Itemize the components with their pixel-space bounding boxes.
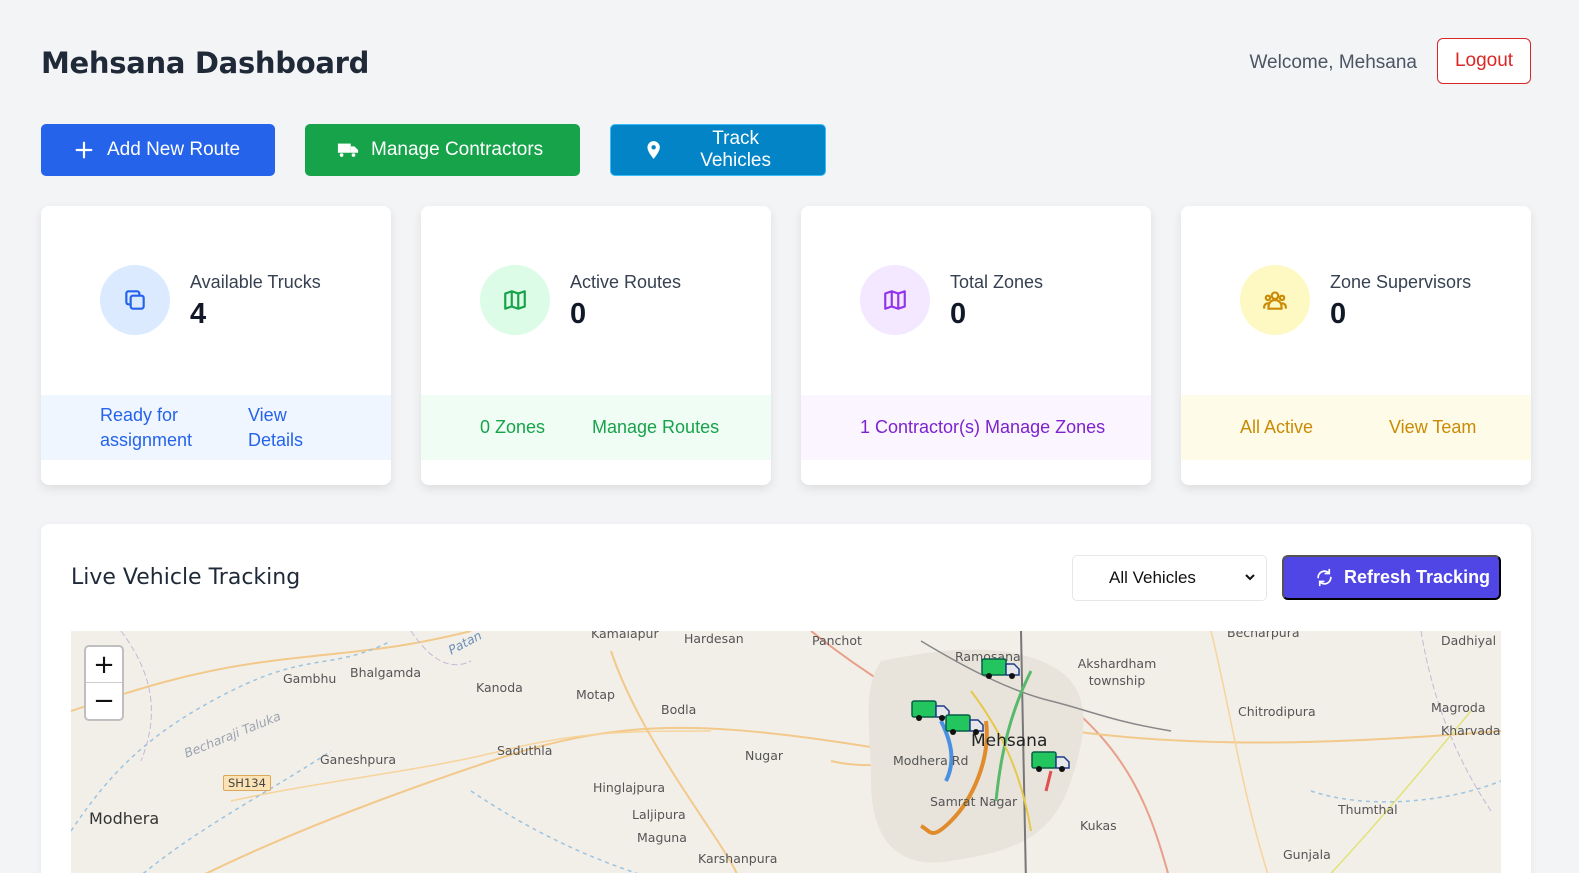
refresh-tracking-label: Refresh Tracking (1344, 567, 1491, 587)
zoom-out-button[interactable]: − (86, 683, 122, 719)
stat-label: Total Zones (950, 272, 1044, 292)
footer-status: 1 Contractor(s) (860, 417, 981, 437)
view-team-link[interactable]: View Team (1389, 417, 1476, 438)
map-label: Magroda (1431, 700, 1486, 715)
map-label: Gunjala (1283, 847, 1331, 862)
copy-icon (100, 265, 170, 335)
chevron-down-icon (1245, 574, 1255, 581)
map-label: Ganeshpura (320, 752, 397, 767)
garbage-truck-marker-icon[interactable] (945, 711, 985, 737)
stats-cards: Available Trucks 4 Ready for assignment … (41, 206, 1531, 485)
welcome-text: Welcome, Mehsana (1249, 52, 1417, 73)
stat-value: 0 (1330, 298, 1347, 330)
card-footer: All Active View Team (1181, 395, 1531, 460)
map-label: Saduthla (497, 743, 553, 758)
map-icon (480, 265, 550, 335)
live-tracking-panel: Live Vehicle Tracking All Vehicles Refre… (41, 524, 1531, 873)
map-label: Laljipura (632, 807, 686, 822)
map-label: Samrat Nagar (930, 794, 1018, 809)
tracking-title: Live Vehicle Tracking (71, 565, 301, 590)
map-base-layer (71, 631, 1501, 873)
plus-icon (75, 141, 93, 159)
view-details-link[interactable]: View Details (248, 403, 318, 453)
page-header: Mehsana Dashboard Welcome, Mehsana Logou… (41, 38, 1531, 86)
stat-value: 0 (950, 298, 967, 330)
zone-supervisors-card: Zone Supervisors 0 All Active View Team (1181, 206, 1531, 485)
footer-status: Ready for assignment (100, 404, 193, 450)
tracking-map[interactable]: + − Kamalapur Hardesan Panchot Becharpur… (71, 631, 1501, 873)
track-vehicles-label: Track Vehicles (700, 128, 772, 171)
manage-routes-link[interactable]: Manage Routes (592, 417, 719, 438)
map-label: Karshanpura (698, 851, 778, 866)
map-label: Hinglajpura (593, 780, 665, 795)
map-label: Akshardham township (1077, 656, 1157, 688)
map-label: Kanoda (476, 680, 523, 695)
map-label: Bhalgamda (350, 665, 421, 680)
stat-value: 0 (570, 298, 587, 330)
manage-contractors-label: Manage Contractors (371, 139, 544, 160)
zoom-control: + − (84, 645, 124, 721)
refresh-icon (1317, 568, 1332, 587)
available-trucks-card: Available Trucks 4 Ready for assignment … (41, 206, 391, 485)
map-label: Kamalapur (591, 631, 659, 641)
location-pin-icon (647, 141, 660, 159)
manage-contractors-button[interactable]: Manage Contractors (305, 124, 580, 176)
track-vehicles-button[interactable]: Track Vehicles (610, 124, 826, 176)
add-new-route-button[interactable]: Add New Route (41, 124, 275, 176)
active-routes-card: Active Routes 0 0 Zones Manage Routes (421, 206, 771, 485)
stat-label: Active Routes (570, 272, 682, 292)
map-label: Nugar (745, 748, 784, 763)
stat-label: Zone Supervisors (1330, 272, 1472, 292)
map-icon (860, 265, 930, 335)
map-label: Kukas (1080, 818, 1117, 833)
truck-icon (337, 143, 359, 157)
map-label: SH134 (223, 775, 271, 791)
map-label: Bodla (661, 702, 697, 717)
map-label: Becharpura (1227, 631, 1300, 640)
action-bar: Add New Route Manage Contractors Track V… (41, 124, 826, 176)
stat-label: Available Trucks (190, 272, 321, 292)
total-zones-card: Total Zones 0 1 Contractor(s) Manage Zon… (801, 206, 1151, 485)
map-label: Panchot (812, 633, 862, 648)
users-icon (1240, 265, 1310, 335)
map-label: Maguna (637, 830, 687, 845)
footer-status: 0 Zones (480, 417, 546, 437)
map-label: Hardesan (684, 631, 744, 646)
map-label: Chitrodipura (1238, 704, 1316, 719)
zoom-in-button[interactable]: + (86, 647, 122, 683)
manage-zones-link[interactable]: Manage Zones (985, 417, 1105, 438)
garbage-truck-marker-icon[interactable] (981, 655, 1021, 681)
map-label: Modhera Rd (893, 753, 969, 768)
map-label: Modhera (89, 809, 160, 828)
map-label: Motap (576, 687, 615, 702)
card-footer: 1 Contractor(s) Manage Zones (801, 395, 1151, 460)
garbage-truck-marker-icon[interactable] (1031, 748, 1071, 774)
card-footer: Ready for assignment View Details (41, 395, 391, 460)
logout-button[interactable]: Logout (1437, 38, 1531, 84)
card-footer: 0 Zones Manage Routes (421, 395, 771, 460)
map-label: Gambhu (283, 671, 337, 686)
vehicle-filter-select[interactable]: All Vehicles (1072, 555, 1267, 601)
map-label: Thumthal (1338, 802, 1398, 817)
page-title: Mehsana Dashboard (41, 46, 370, 80)
refresh-tracking-button[interactable]: Refresh Tracking (1282, 555, 1501, 600)
map-label: Kharvada (1441, 723, 1501, 738)
footer-status: All Active (1240, 417, 1314, 437)
add-new-route-label: Add New Route (107, 139, 241, 160)
stat-value: 4 (190, 298, 207, 330)
map-label: Dadhiyal (1441, 633, 1497, 648)
vehicle-filter-value: All Vehicles (1109, 568, 1196, 587)
